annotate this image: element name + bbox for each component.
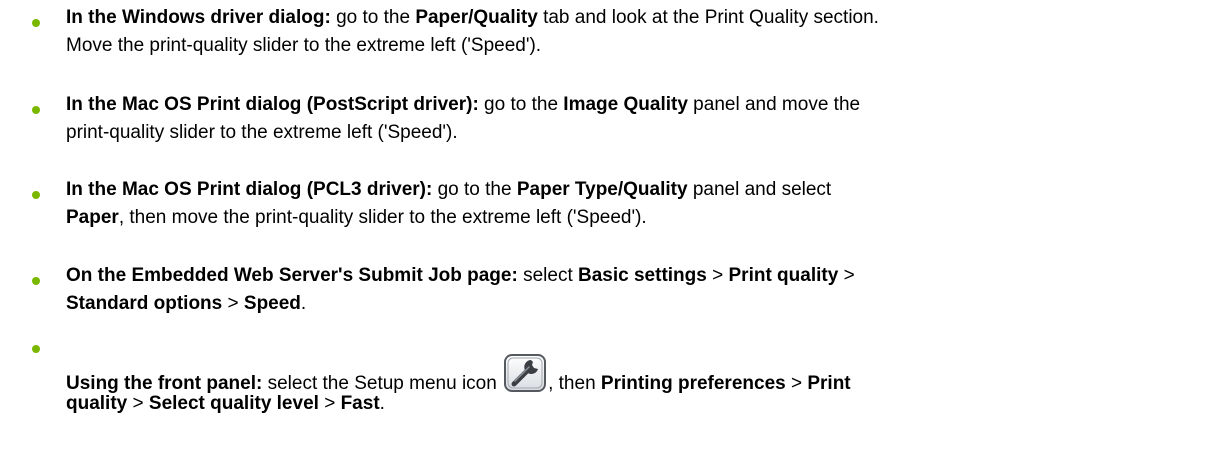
bold-term: Select quality level	[148, 393, 319, 414]
item-lead: In the Windows driver dialog:	[66, 7, 331, 28]
bullet-icon	[32, 277, 40, 285]
separator: >	[785, 373, 808, 394]
text-run: go to the	[478, 94, 564, 115]
instruction-list: In the Windows driver dialog: go to the …	[0, 0, 1208, 452]
text-line: In the Windows driver dialog: go to the …	[66, 4, 1206, 32]
text-line: In the Mac OS Print dialog (PostScript d…	[66, 91, 1206, 119]
text-run: Move the print-quality slider to the ext…	[66, 35, 542, 56]
bold-term: Standard options	[66, 293, 223, 314]
text-run: go to the	[330, 7, 416, 28]
text-run: , then	[548, 373, 601, 394]
separator: >	[318, 393, 341, 414]
bullet-icon	[32, 19, 40, 27]
text-run: .	[379, 393, 385, 414]
text-run: tab and look at the Print Quality sectio…	[537, 7, 879, 28]
separator: >	[127, 393, 149, 414]
separator: >	[222, 293, 244, 314]
text-line: Using the front panel: select the Setup …	[66, 354, 1206, 394]
bold-term: Paper Type/Quality	[516, 179, 688, 200]
bold-term: quality	[66, 393, 128, 414]
list-item-text: On the Embedded Web Server's Submit Job …	[66, 262, 1206, 318]
bold-term: Print quality	[728, 265, 839, 286]
bold-term: Speed	[243, 293, 301, 314]
bullet-icon	[32, 106, 40, 114]
item-lead: On the Embedded Web Server's Submit Job …	[66, 265, 518, 286]
text-run: .	[300, 293, 307, 314]
item-lead: In the Mac OS Print dialog (PostScript d…	[66, 94, 479, 115]
bold-term: Print	[807, 373, 851, 394]
text-line: quality > Select quality level > Fast.	[66, 390, 1206, 418]
list-item-text: In the Windows driver dialog: go to the …	[66, 4, 1206, 60]
bold-term: Printing preferences	[600, 373, 786, 394]
text-run: print-quality slider to the extreme left…	[66, 122, 458, 143]
text-line: Move the print-quality slider to the ext…	[66, 32, 1206, 60]
bold-term: Basic settings	[578, 265, 707, 286]
text-run: go to the	[432, 179, 517, 200]
wrench-setup-icon[interactable]	[504, 354, 547, 392]
text-line: Standard options > Speed.	[66, 290, 1206, 318]
bold-term: Image Quality	[563, 94, 688, 115]
bullet-icon	[32, 191, 40, 199]
bold-term: Paper	[66, 207, 119, 228]
text-run: select	[517, 265, 579, 286]
separator: >	[838, 265, 855, 286]
bullet-icon	[32, 345, 40, 353]
list-item-text: In the Mac OS Print dialog (PostScript d…	[66, 91, 1206, 147]
text-line: print-quality slider to the extreme left…	[66, 119, 1206, 147]
text-run: , then move the print-quality slider to …	[118, 207, 647, 228]
text-run: panel and move the	[687, 94, 861, 115]
item-lead: In the Mac OS Print dialog (PCL3 driver)…	[66, 179, 433, 200]
text-line: In the Mac OS Print dialog (PCL3 driver)…	[66, 176, 1206, 204]
list-item-text: Using the front panel: select the Setup …	[66, 354, 1206, 418]
bold-term: Fast	[340, 393, 380, 414]
text-line: On the Embedded Web Server's Submit Job …	[66, 262, 1206, 290]
separator: >	[706, 265, 729, 286]
text-run: panel and select	[687, 179, 832, 200]
bold-term: Paper/Quality	[415, 7, 538, 28]
text-line: Paper, then move the print-quality slide…	[66, 204, 1206, 232]
list-item-text: In the Mac OS Print dialog (PCL3 driver)…	[66, 176, 1206, 232]
